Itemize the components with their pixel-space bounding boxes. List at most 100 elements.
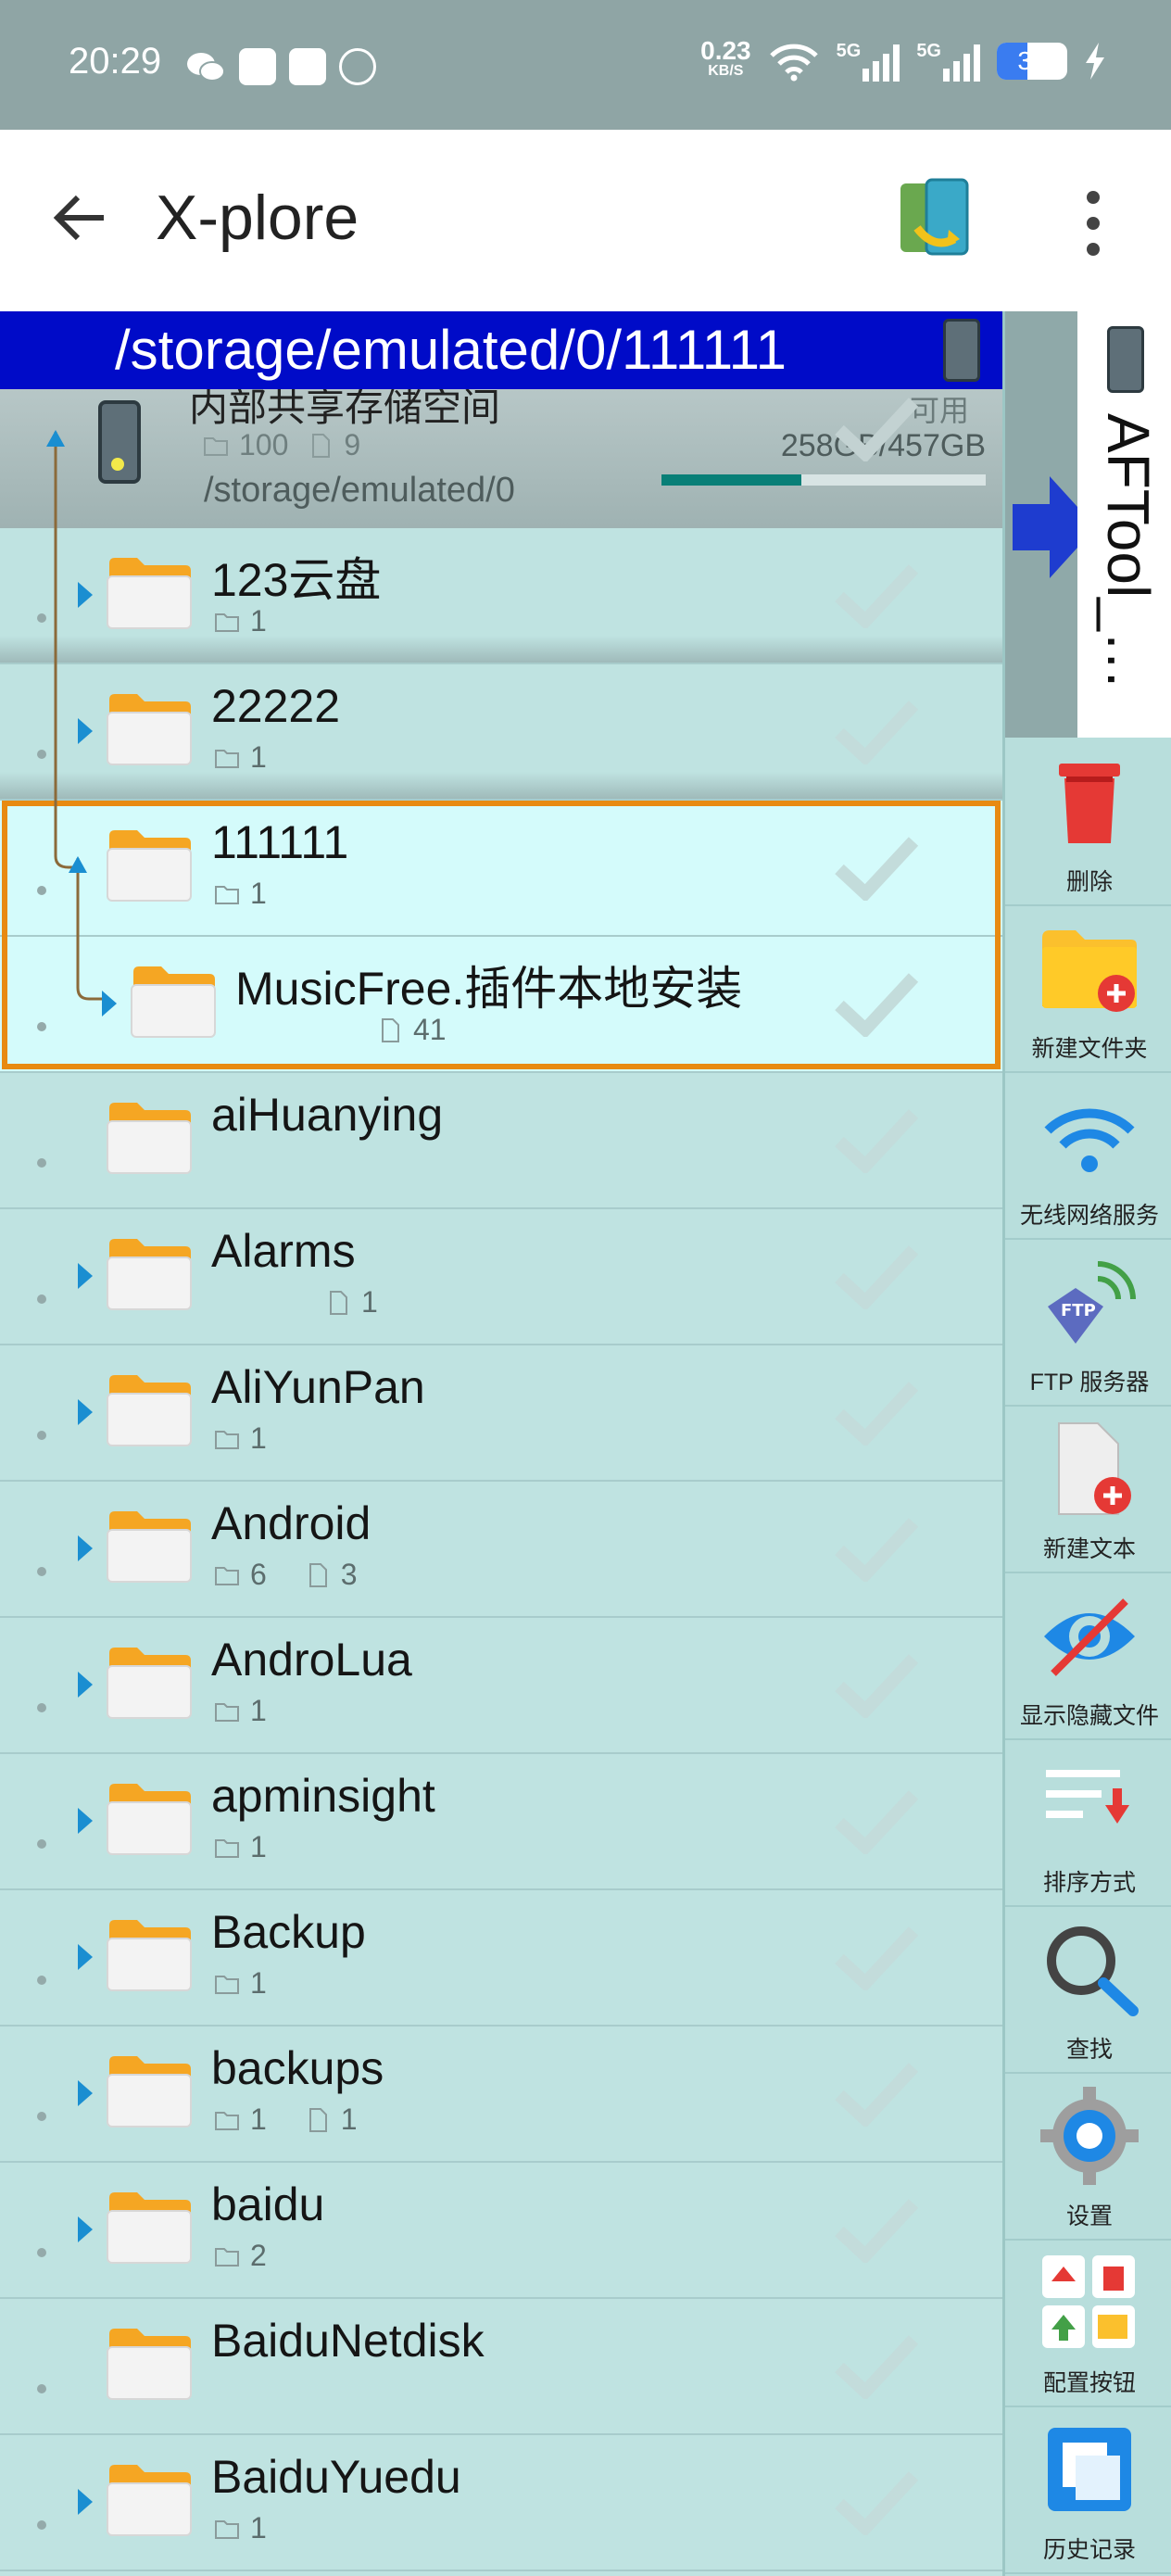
folder-row[interactable]: baidu 2 [0,2163,1002,2299]
folder-count: 100 [202,428,288,462]
tool-button[interactable]: 显示隐藏文件 [1005,1573,1171,1740]
folder-count: 1 [213,1830,267,1864]
tool-label: FTP 服务器 [1029,1370,1150,1395]
select-checkmark-icon[interactable] [834,2196,919,2263]
folder-row[interactable]: Alarms 1 [0,1209,1002,1345]
new-folder-icon [1039,917,1140,1019]
select-checkmark-icon[interactable] [834,1924,919,1990]
status-bar: 20:29 0.23 KB/S 5G 5G 34 [0,0,1171,130]
folder-count: 1 [213,2102,267,2137]
folder-row[interactable]: 123云盘 1 [0,528,1002,664]
app-title: X-plore [156,183,359,253]
folder-count: 1 [213,1421,267,1456]
current-path: /storage/emulated/0/111111 [115,319,787,381]
file-count: 3 [304,1558,358,1592]
tool-button[interactable]: 排序方式 [1005,1740,1171,1907]
folder-icon [107,1920,192,1991]
folder-row[interactable]: MusicFree.插件本地安装 41 [0,937,1002,1073]
file-count: 1 [324,1285,378,1320]
select-checkmark-icon[interactable] [834,1243,919,1309]
tool-button[interactable]: FTP FTP 服务器 [1005,1240,1171,1407]
folder-name: 22222 [211,680,341,732]
folder-row[interactable]: Android 6 3 [0,1482,1002,1618]
tool-label: 新建文件夹 [1031,1036,1148,1062]
select-checkmark-icon[interactable] [834,1515,919,1582]
folder-name: Backup [211,1906,366,1958]
folder-icon [107,1239,192,1310]
file-outline-icon [308,1562,327,1587]
settings-icon [1039,2085,1140,2187]
file-outline-icon [312,433,331,458]
folder-row[interactable]: apminsight 1 [0,1754,1002,1890]
file-outline-icon [382,1017,399,1042]
tool-button[interactable]: 新建文本 [1005,1407,1171,1573]
folder-row[interactable]: backups 1 1 [0,2027,1002,2163]
folder-outline-icon [215,612,239,632]
folder-name: AliYunPan [211,1361,425,1413]
folder-count: 1 [213,740,267,775]
tool-button[interactable]: 历史记录 [1005,2407,1171,2574]
select-checkmark-icon[interactable] [834,834,919,901]
signal-1: 5G [837,41,900,82]
storage-path: /storage/emulated/0 [204,471,515,510]
configure-buttons-icon [1039,2252,1140,2354]
more-options-icon[interactable] [1080,191,1106,256]
folder-icon [107,2192,192,2264]
select-checkmark-icon[interactable] [834,562,919,628]
tool-button[interactable]: 设置 [1005,2074,1171,2241]
folder-row[interactable]: Backup 1 [0,1890,1002,2027]
select-checkmark-icon[interactable] [834,1379,919,1446]
folder-name: aiHuanying [211,1089,444,1141]
other-pane-tab[interactable]: AFTool_… [1077,311,1171,738]
tool-button[interactable]: 无线网络服务 [1005,1073,1171,1240]
file-outline-icon [330,1290,347,1315]
select-checkmark-icon[interactable] [834,1787,919,1854]
sort-icon [1039,1751,1140,1853]
tool-button[interactable]: 查找 [1005,1907,1171,2074]
folder-count: 1 [213,2511,267,2545]
folder-row[interactable]: 111111 1 [0,801,1002,937]
folder-outline-icon [215,2519,239,2539]
tool-button[interactable]: 配置按钮 [1005,2241,1171,2407]
device-switch-icon[interactable] [899,178,973,261]
folder-name: MusicFree.插件本地安装 [235,963,743,1015]
folder-name: apminsight [211,1770,435,1822]
back-arrow-icon[interactable] [48,185,113,250]
folder-outline-icon [215,1975,239,1994]
battery-indicator: 34 [997,43,1067,80]
folder-name: Android [211,1497,371,1549]
no-sync-icon [339,48,376,85]
folder-count: 1 [213,1966,267,2001]
select-checkmark-icon[interactable] [834,2332,919,2399]
tool-label: 显示隐藏文件 [1019,1703,1159,1729]
select-checkmark-icon[interactable] [834,1651,919,1718]
current-path-bar[interactable]: /storage/emulated/0/111111 [0,311,1002,389]
other-pane-label: AFTool_… [1095,413,1162,690]
select-checkmark-icon[interactable] [834,698,919,764]
folder-count: 1 [213,877,267,911]
folder-row[interactable]: BaiduYuedu 1 [0,2435,1002,2571]
wechat-icon [187,53,225,82]
folder-row[interactable]: AliYunPan 1 [0,1345,1002,1482]
select-checkmark-icon[interactable] [834,2060,919,2127]
folder-name: 123云盘 [211,554,382,606]
folder-row[interactable]: AndroLua 1 [0,1618,1002,1754]
folder-outline-icon [215,2111,239,2130]
folder-outline-icon [215,1838,239,1858]
svg-text:FTP: FTP [1061,1301,1096,1320]
folder-row[interactable]: BaiduNetdisk [0,2299,1002,2435]
select-checkmark-icon[interactable] [834,970,919,1037]
tool-button[interactable]: 删除 [1005,739,1171,906]
select-checkmark-icon[interactable] [834,395,919,461]
select-checkmark-icon[interactable] [834,2469,919,2535]
device-icon [1107,326,1144,393]
select-checkmark-icon[interactable] [834,1106,919,1173]
folder-row[interactable]: 22222 1 [0,664,1002,801]
file-count: 9 [307,428,360,462]
storage-root-row[interactable]: 内部共享存储空间 可用 100 9 258GB/457GB /storage/e… [0,389,1002,528]
folder-outline-icon [215,2247,239,2267]
folder-count: 1 [213,1694,267,1728]
tool-button[interactable]: 新建文件夹 [1005,906,1171,1073]
folder-row[interactable]: aiHuanying [0,1073,1002,1209]
tool-label: 无线网络服务 [1019,1203,1159,1229]
